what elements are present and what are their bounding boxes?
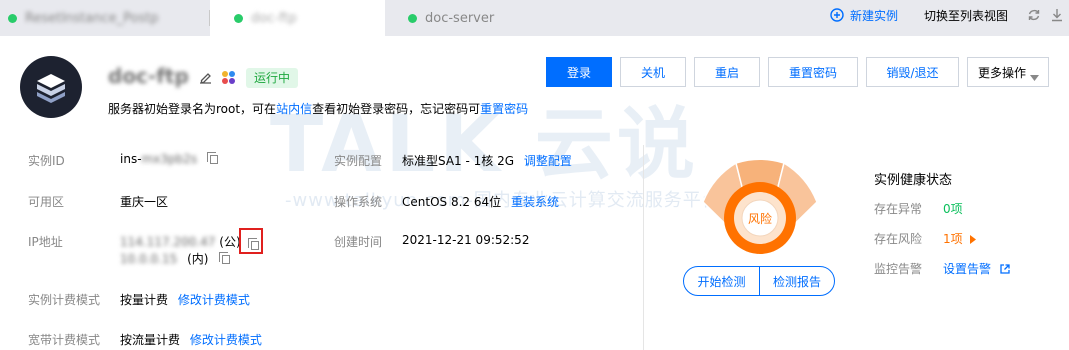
- billing-label: 实例计费模式: [28, 293, 101, 307]
- instance-logo-icon: [20, 56, 82, 118]
- modify-billing-link[interactable]: 修改计费模式: [178, 293, 250, 307]
- login-button[interactable]: 登录: [546, 57, 612, 87]
- gauge-label: 风险: [747, 212, 772, 226]
- config-label: 实例配置: [334, 154, 383, 168]
- status-dot-icon: [8, 13, 17, 23]
- bandwidth-label: 宽带计费模式: [28, 333, 101, 347]
- shutdown-button[interactable]: 关机: [620, 57, 686, 87]
- bandwidth-row: 按流量计费 修改计费模式: [120, 333, 262, 347]
- start-check-button[interactable]: 开始检测: [683, 266, 760, 296]
- billing-row: 按量计费 修改计费模式: [120, 293, 250, 307]
- tab-label: doc-server: [425, 10, 495, 26]
- edit-name-icon[interactable]: [199, 71, 212, 87]
- copy-icon[interactable]: [219, 252, 231, 264]
- ip-public-value: 114.117.200.47: [120, 235, 216, 249]
- reset-password-link[interactable]: 重置密码: [480, 102, 528, 116]
- os-label: 操作系统: [334, 195, 383, 209]
- tag-icon[interactable]: [221, 70, 236, 88]
- os-row: CentOS 8.2 64位 重装系统: [402, 195, 559, 209]
- new-instance-label: 新建实例: [850, 8, 899, 23]
- refresh-icon: [1028, 9, 1040, 21]
- instance-id-label: 实例ID: [28, 154, 65, 168]
- tab-label: doc-ftp: [251, 10, 297, 26]
- instance-id-value: ins-mx3pb2s: [120, 152, 218, 166]
- config-row: 标准型SA1 - 1核 2G 调整配置: [402, 154, 572, 168]
- status-badge: 运行中: [246, 68, 299, 88]
- risk-label: 存在风险: [874, 232, 923, 246]
- status-dot-icon: [234, 13, 243, 23]
- reinstall-os-link[interactable]: 重装系统: [511, 195, 559, 209]
- switch-list-view-label: 切换至列表视图: [924, 8, 1009, 23]
- abnormal-value: 0项: [943, 202, 963, 216]
- caret-right-icon: [970, 235, 977, 244]
- ip-public-row: 114.117.200.47 (公): [120, 235, 241, 249]
- set-alarm-link[interactable]: 设置告警: [943, 260, 1010, 277]
- login-hint: 服务器初始登录名为root，可在站内信查看初始登录密码，忘记密码可重置密码: [108, 102, 529, 116]
- tab-resetinstance[interactable]: ResetInstance_Postp: [0, 0, 209, 36]
- switch-list-view-button[interactable]: 切换至列表视图: [924, 0, 1008, 30]
- reset-password-button[interactable]: 重置密码: [768, 57, 858, 87]
- chevron-down-icon: [1030, 70, 1039, 84]
- alarm-label: 监控告警: [874, 262, 923, 276]
- status-dot-icon: [408, 13, 417, 23]
- ip-private-row: 10.0.0.15 (内): [120, 250, 231, 267]
- copy-icon[interactable]: [206, 152, 218, 164]
- refresh-button[interactable]: [1027, 0, 1041, 30]
- inbox-link[interactable]: 站内信: [276, 102, 312, 116]
- copy-icon[interactable]: [248, 238, 259, 250]
- ip-label: IP地址: [28, 235, 63, 249]
- health-title: 实例健康状态: [874, 173, 953, 188]
- adjust-config-link[interactable]: 调整配置: [524, 154, 572, 168]
- section-divider: [643, 145, 644, 350]
- modify-bandwidth-link[interactable]: 修改计费模式: [190, 333, 262, 347]
- download-button[interactable]: [1051, 0, 1063, 30]
- restart-button[interactable]: 重启: [694, 57, 760, 87]
- new-instance-button[interactable]: 新建实例: [830, 0, 898, 30]
- plus-circle-icon: [830, 8, 844, 22]
- risk-value-link[interactable]: 1项: [943, 230, 977, 247]
- created-label: 创建时间: [334, 235, 383, 249]
- destroy-button[interactable]: 销毁/退还: [866, 57, 959, 87]
- tab-doc-ftp[interactable]: doc-ftp: [210, 0, 385, 36]
- zone-value: 重庆一区: [120, 195, 169, 209]
- more-actions-dropdown[interactable]: 更多操作: [967, 57, 1049, 87]
- tab-bar: ResetInstance_Postp doc-ftp doc-server 新…: [0, 0, 1069, 36]
- risk-gauge: [686, 158, 834, 262]
- created-value: 2021-12-21 09:52:52: [402, 233, 530, 247]
- instance-name: doc-ftp: [108, 64, 189, 88]
- ip-private-value: 10.0.0.15: [120, 252, 178, 266]
- download-icon: [1052, 9, 1062, 22]
- tab-label: ResetInstance_Postp: [25, 10, 159, 26]
- watermark-logo: TALK 云说: [270, 100, 699, 190]
- check-report-button[interactable]: 检测报告: [759, 266, 835, 296]
- external-link-icon: [1000, 264, 1010, 274]
- tab-doc-server[interactable]: doc-server: [408, 0, 588, 36]
- abnormal-label: 存在异常: [874, 202, 923, 216]
- zone-label: 可用区: [28, 195, 65, 209]
- more-actions-label: 更多操作: [978, 65, 1027, 80]
